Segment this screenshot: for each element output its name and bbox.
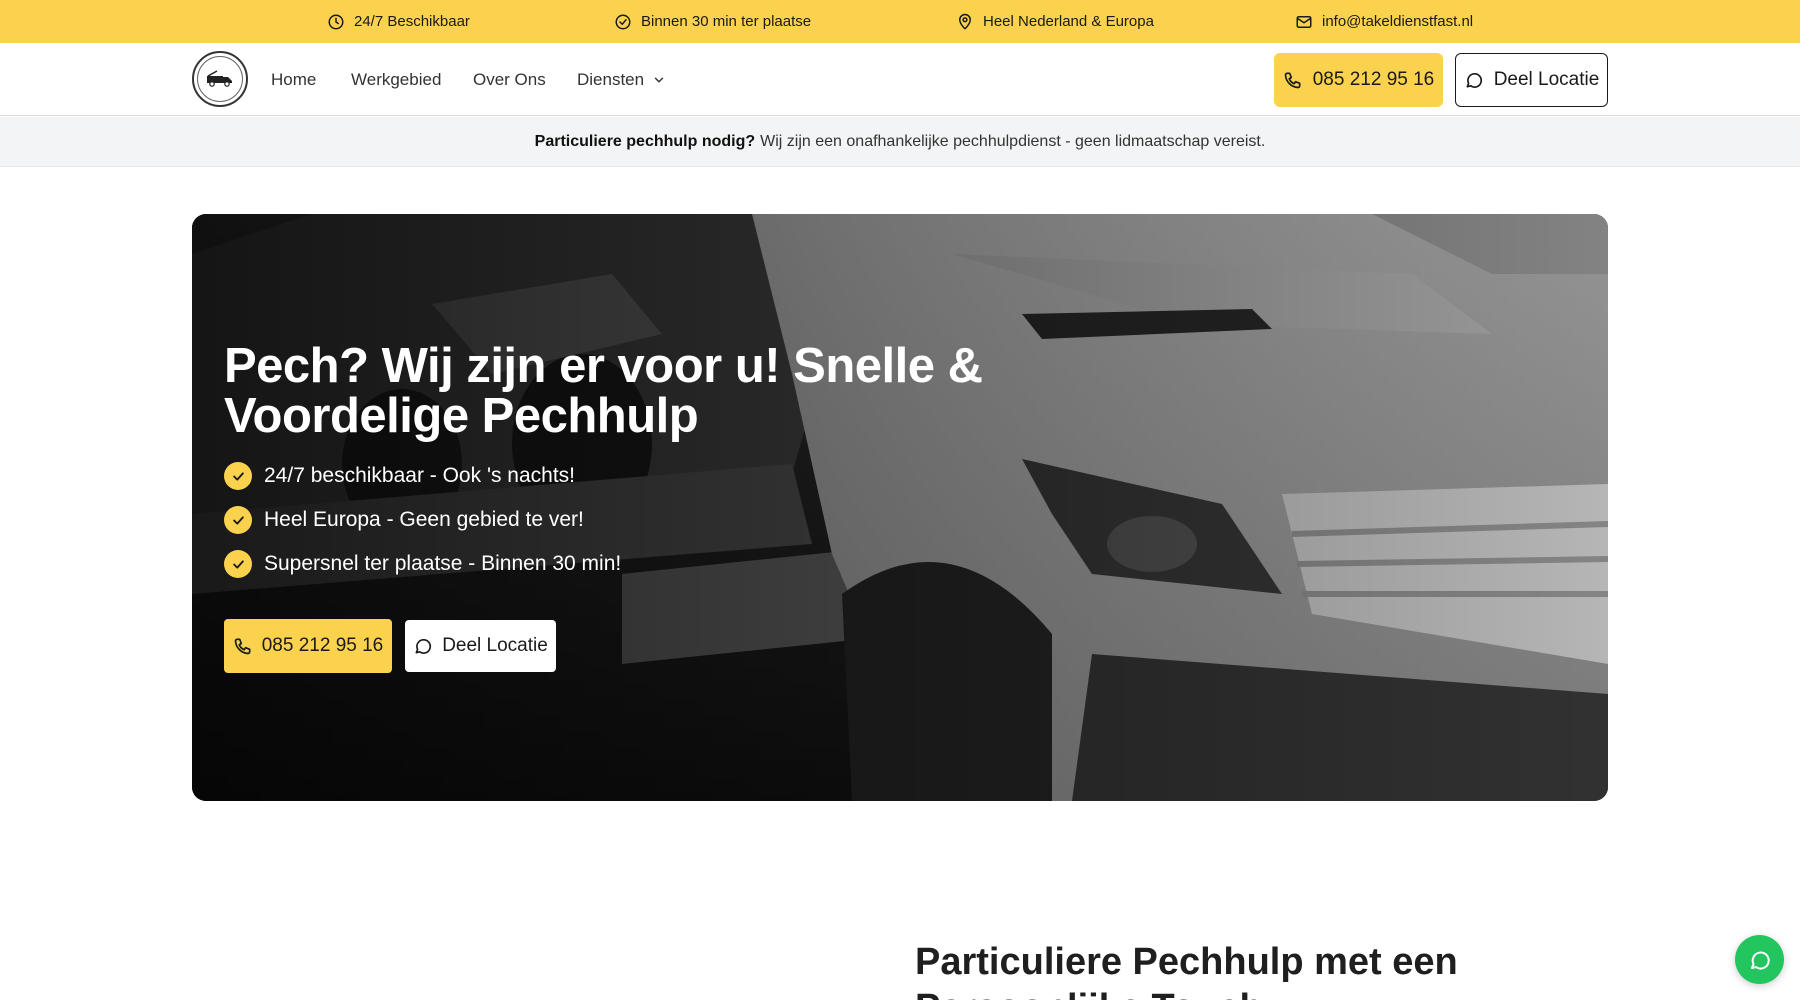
share-location-button-hero[interactable]: Deel Locatie (405, 620, 556, 672)
map-pin-icon (959, 13, 971, 29)
section-title: Particuliere Pechhulp met een Persoonlij… (915, 941, 1458, 1000)
hero-feature-item: 24/7 beschikbaar - Ook 's nachts! (224, 462, 575, 490)
topbar-arrival-label: Binnen 30 min ter plaatse (641, 13, 812, 30)
nav-link-diensten[interactable]: Diensten (577, 43, 666, 116)
main-navbar: Home Werkgebied Over Ons Diensten 085 21… (0, 43, 1800, 116)
check-badge (224, 462, 252, 490)
nav-link-over-ons[interactable]: Over Ons (473, 43, 546, 116)
logo-emblem (197, 56, 243, 102)
nav-link-diensten-label: Diensten (577, 69, 645, 89)
phone-icon (1284, 72, 1301, 89)
topbar-item-email[interactable]: info@takeldienstfast.nl (1295, 0, 1473, 43)
nav-link-werkgebied[interactable]: Werkgebied (351, 43, 441, 116)
share-location-button-nav[interactable]: Deel Locatie (1455, 53, 1608, 107)
notice-text: Wij zijn een onafhankelijke pechhulpdien… (760, 132, 1266, 150)
hero-banner: Pech? Wij zijn er voor u! Snelle & Voord… (192, 214, 1608, 801)
hero-feature-label: Heel Europa - Geen gebied te ver! (264, 508, 584, 531)
topbar-availability-label: 24/7 Beschikbaar (354, 13, 470, 30)
check-icon (232, 559, 244, 569)
chat-bubble-icon (415, 638, 432, 654)
hero-feature-label: Supersnel ter plaatse - Binnen 30 min! (264, 552, 622, 575)
hero-feature-item: Heel Europa - Geen gebied te ver! (224, 506, 584, 534)
clock-icon (328, 14, 344, 29)
share-location-button-hero-label: Deel Locatie (442, 635, 548, 656)
check-badge (224, 550, 252, 578)
top-info-bar: 24/7 Beschikbaar Binnen 30 min ter plaat… (0, 0, 1800, 43)
chevron-down-icon (654, 77, 664, 82)
phone-icon (234, 638, 251, 655)
call-button-nav[interactable]: 085 212 95 16 (1274, 53, 1443, 107)
call-button-hero[interactable]: 085 212 95 16 (224, 619, 392, 673)
check-icon (232, 471, 244, 481)
chat-widget-button[interactable] (1735, 935, 1784, 984)
topbar-item-availability: 24/7 Beschikbaar (327, 0, 470, 43)
hero-feature-item: Supersnel ter plaatse - Binnen 30 min! (224, 550, 621, 578)
check-circle-icon (615, 14, 631, 29)
hero-title: Pech? Wij zijn er voor u! Snelle & Voord… (224, 339, 1004, 443)
notice-bar: Particuliere pechhulp nodig? Wij zijn ee… (0, 117, 1800, 167)
hero-title-line-2: Voordelige Pechhulp (224, 388, 699, 443)
share-location-button-nav-label: Deel Locatie (1493, 69, 1600, 90)
hero-feature-label: 24/7 beschikbaar - Ook 's nachts! (264, 464, 576, 487)
call-button-hero-label: 085 212 95 16 (261, 635, 384, 656)
mail-icon (1296, 15, 1312, 28)
check-badge (224, 506, 252, 534)
hero-title-line-1: Pech? Wij zijn er voor u! Snelle & (224, 339, 983, 393)
topbar-email-link[interactable]: info@takeldienstfast.nl (1322, 13, 1473, 30)
notice-bold-text: Particuliere pechhulp nodig? (534, 132, 756, 150)
chat-icon (1750, 951, 1770, 970)
topbar-item-coverage: Heel Nederland & Europa (956, 0, 1154, 43)
call-button-nav-label: 085 212 95 16 (1312, 69, 1435, 90)
check-icon (232, 515, 244, 525)
topbar-coverage-label: Heel Nederland & Europa (983, 13, 1154, 30)
tow-truck-icon (207, 70, 232, 87)
chat-bubble-icon (1466, 72, 1482, 88)
site-logo[interactable] (192, 51, 248, 107)
nav-link-home[interactable]: Home (271, 43, 316, 116)
topbar-item-arrival: Binnen 30 min ter plaatse (614, 0, 811, 43)
